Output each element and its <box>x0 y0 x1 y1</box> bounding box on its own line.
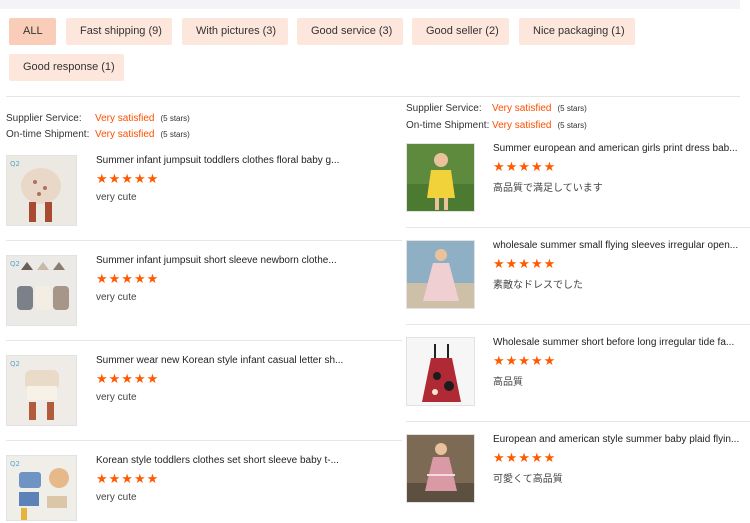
top-bar <box>0 0 740 9</box>
star-rating: ★★★★★ <box>96 471 160 486</box>
star-rating: ★★★★★ <box>493 159 557 174</box>
filter-fast-shipping[interactable]: Fast shipping (9) <box>66 18 172 45</box>
svg-text:Q2: Q2 <box>10 460 20 468</box>
shipment-label: On-time Shipment: <box>6 129 90 140</box>
shipment-rating: On-time Shipment: Very satisfied (5 stars) <box>406 120 587 131</box>
product-title[interactable]: Summer european and american girls print… <box>493 143 745 154</box>
product-title[interactable]: wholesale summer small flying sleeves ir… <box>493 240 745 251</box>
filter-with-pictures[interactable]: With pictures (3) <box>182 18 288 45</box>
supplier-service-value: Very satisfied <box>95 113 155 124</box>
review-comment: 高品質で満足しています <box>493 183 603 194</box>
filter-all[interactable]: ALL <box>9 18 56 45</box>
review-comment: 素敵なドレスでした <box>493 280 583 291</box>
star-rating: ★★★★★ <box>493 256 557 271</box>
item-divider <box>406 324 750 325</box>
product-thumbnail[interactable]: Q2 <box>6 255 77 326</box>
supplier-service-rating: Supplier Service: Very satisfied (5 stars) <box>6 113 190 124</box>
filter-good-service[interactable]: Good service (3) <box>297 18 403 45</box>
review-comment: 高品質 <box>493 377 523 388</box>
svg-text:Q2: Q2 <box>10 160 20 168</box>
filters-divider <box>6 96 740 97</box>
filter-nice-packaging[interactable]: Nice packaging (1) <box>519 18 635 45</box>
star-rating: ★★★★★ <box>96 271 160 286</box>
review-comment: very cute <box>96 492 137 503</box>
item-divider <box>6 340 402 341</box>
review-comment: very cute <box>96 392 137 403</box>
product-thumbnail[interactable]: Q2 <box>6 455 77 521</box>
supplier-service-rating: Supplier Service: Very satisfied (5 stars) <box>406 103 587 114</box>
product-thumbnail[interactable]: Q2 <box>6 355 77 426</box>
star-rating: ★★★★★ <box>493 353 557 368</box>
svg-text:Q2: Q2 <box>10 360 20 368</box>
supplier-service-note: (5 stars) <box>160 114 190 123</box>
product-title[interactable]: Korean style toddlers clothes set short … <box>96 455 396 466</box>
product-title[interactable]: Summer infant jumpsuit short sleeve newb… <box>96 255 396 266</box>
product-thumbnail[interactable] <box>406 143 475 212</box>
supplier-service-note: (5 stars) <box>557 104 587 113</box>
product-title[interactable]: Summer wear new Korean style infant casu… <box>96 355 396 366</box>
filter-good-seller[interactable]: Good seller (2) <box>412 18 509 45</box>
item-divider <box>6 440 402 441</box>
item-divider <box>6 240 402 241</box>
shipment-value: Very satisfied <box>492 120 552 131</box>
product-title[interactable]: European and american style summer baby … <box>493 434 745 445</box>
product-thumbnail[interactable] <box>406 240 475 309</box>
shipment-note: (5 stars) <box>160 130 190 139</box>
product-thumbnail[interactable] <box>406 434 475 503</box>
svg-text:Q2: Q2 <box>10 260 20 268</box>
shipment-label: On-time Shipment: <box>406 120 490 131</box>
filter-good-response[interactable]: Good response (1) <box>9 54 124 81</box>
supplier-service-value: Very satisfied <box>492 103 552 114</box>
shipment-note: (5 stars) <box>557 121 587 130</box>
supplier-service-label: Supplier Service: <box>6 113 82 124</box>
product-thumbnail[interactable] <box>406 337 475 406</box>
shipment-value: Very satisfied <box>95 129 155 140</box>
star-rating: ★★★★★ <box>493 450 557 465</box>
item-divider <box>406 227 750 228</box>
supplier-service-label: Supplier Service: <box>406 103 482 114</box>
star-rating: ★★★★★ <box>96 371 160 386</box>
product-thumbnail[interactable]: Q2 <box>6 155 77 226</box>
product-title[interactable]: Wholesale summer short before long irreg… <box>493 337 745 348</box>
shipment-rating: On-time Shipment: Very satisfied (5 stars) <box>6 129 190 140</box>
item-divider <box>406 421 750 422</box>
review-comment: 可愛くて高品質 <box>493 474 563 485</box>
star-rating: ★★★★★ <box>96 171 160 186</box>
product-title[interactable]: Summer infant jumpsuit toddlers clothes … <box>96 155 396 166</box>
review-comment: very cute <box>96 292 137 303</box>
review-comment: very cute <box>96 192 137 203</box>
